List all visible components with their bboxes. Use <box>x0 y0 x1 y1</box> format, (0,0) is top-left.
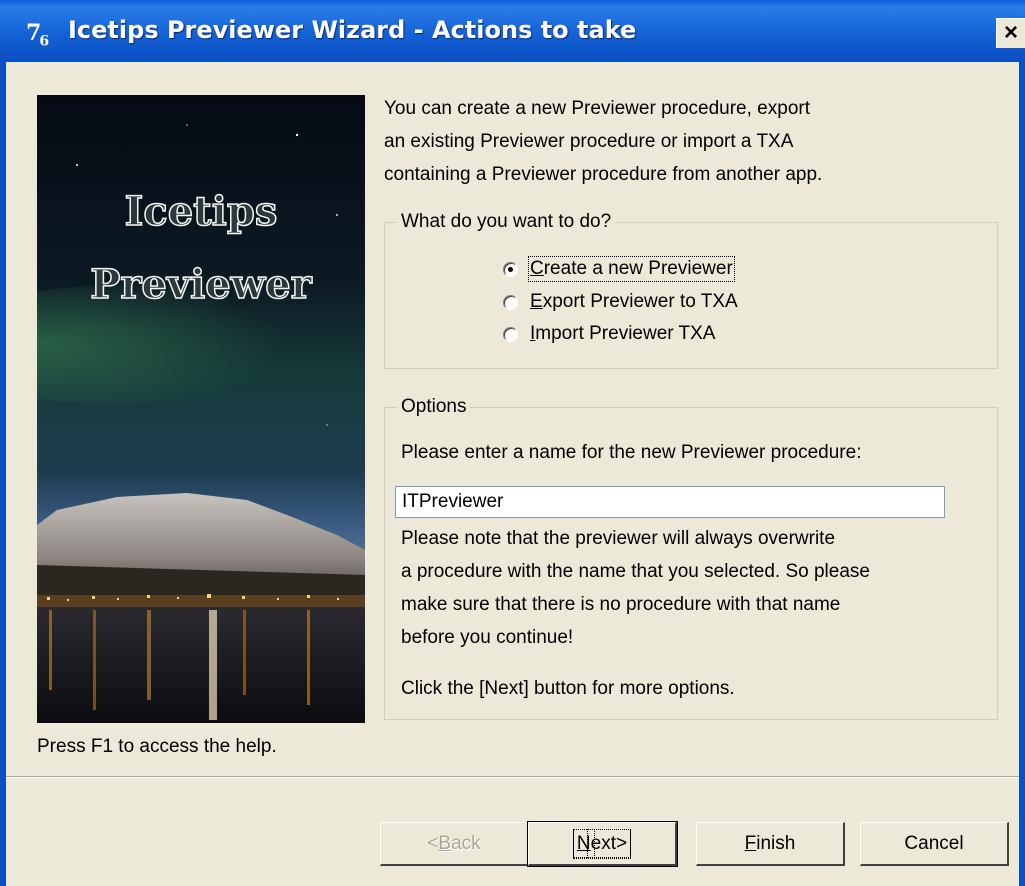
image-caption-line2: Previewer <box>90 261 312 308</box>
cancel-button[interactable]: Cancel <box>860 822 1009 866</box>
window-frame-right <box>1019 62 1025 886</box>
wizard-side-image: Icetips Previewer <box>37 95 365 723</box>
note-line-2: a procedure with the name that you selec… <box>401 561 870 582</box>
name-prompt: Please enter a name for the new Previewe… <box>401 442 862 463</box>
note-line-3: make sure that there is no procedure wit… <box>401 594 841 615</box>
dialog-client-area: Icetips Previewer You can create a new P… <box>6 62 1019 886</box>
radio-create-new[interactable]: Create a new Previewer <box>503 254 735 284</box>
radio-button-checked[interactable] <box>503 261 518 277</box>
separator-highlight <box>6 777 1019 778</box>
radio-label-import: Import Previewer TXA <box>530 323 716 344</box>
options-groupbox: Options Please enter a name for the new … <box>384 395 998 720</box>
radio-button[interactable] <box>503 326 518 342</box>
radio-button[interactable] <box>503 294 518 310</box>
help-hint: Press F1 to access the help. <box>37 736 277 757</box>
window-title: Icetips Previewer Wizard - Actions to ta… <box>68 16 637 44</box>
options-group-legend: Options <box>397 395 471 419</box>
action-group-legend: What do you want to do? <box>397 210 616 234</box>
finish-button[interactable]: Finish <box>696 822 845 866</box>
image-caption-line1: Icetips <box>125 188 278 235</box>
title-bar[interactable]: 76 Icetips Previewer Wizard - Actions to… <box>0 0 1025 62</box>
radio-label-export: Export Previewer to TXA <box>530 291 738 312</box>
next-hint: Click the [Next] button for more options… <box>401 678 735 699</box>
next-button[interactable]: Next> <box>527 821 678 867</box>
note-line-4: before you continue! <box>401 627 574 648</box>
note-line-1: Please note that the previewer will alwa… <box>401 528 836 549</box>
close-button[interactable]: × <box>996 18 1025 48</box>
back-button[interactable]: <Back <box>380 822 529 866</box>
intro-text: You can create a new Previewer procedure… <box>384 98 823 185</box>
radio-export[interactable]: Export Previewer to TXA <box>503 287 738 317</box>
radio-label-create: Create a new Previewer <box>528 256 735 282</box>
app-icon: 76 <box>26 20 49 50</box>
action-groupbox: What do you want to do? Create a new Pre… <box>384 210 998 369</box>
procedure-name-input[interactable] <box>395 486 945 518</box>
radio-import[interactable]: Import Previewer TXA <box>503 319 715 349</box>
